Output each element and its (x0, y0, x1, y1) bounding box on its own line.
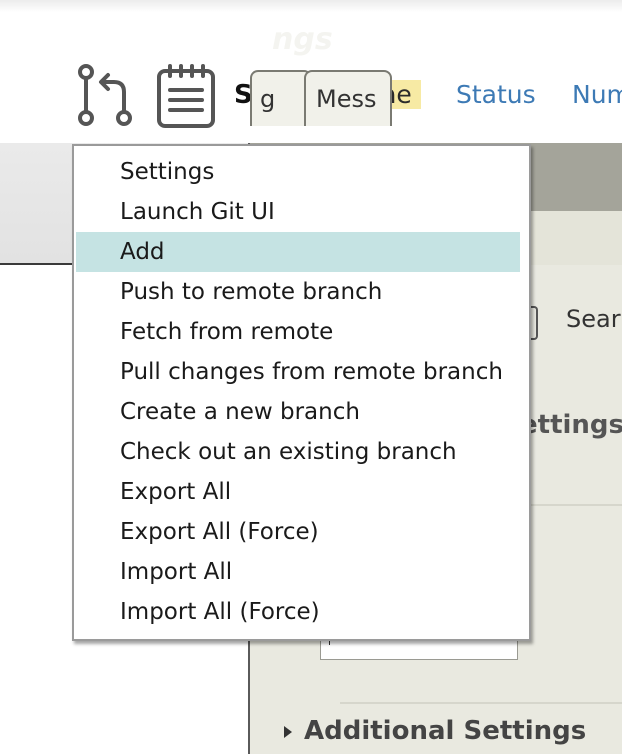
menu-item-launch-git-ui[interactable]: Launch Git UI (76, 192, 520, 232)
clipboard-icon[interactable] (156, 64, 216, 130)
expand-triangle-icon (284, 725, 292, 738)
menu-item-fetch[interactable]: Fetch from remote (76, 312, 520, 352)
tab-partial[interactable]: g (250, 70, 312, 126)
menu-item-import-all-force[interactable]: Import All (Force) (76, 592, 520, 632)
search-label[interactable]: Sear (566, 305, 621, 333)
menu-item-settings[interactable]: Settings (76, 152, 520, 192)
menu-item-push[interactable]: Push to remote branch (76, 272, 520, 312)
menu-item-pull[interactable]: Pull changes from remote branch (76, 352, 520, 392)
menu-item-create-branch[interactable]: Create a new branch (76, 392, 520, 432)
divider (340, 702, 622, 704)
additional-settings-label: Additional Settings (304, 716, 587, 746)
tab-messages[interactable]: Mess (304, 70, 392, 126)
settings-heading: ettings (520, 410, 622, 440)
panel-title: ngs (272, 22, 333, 57)
sort-option-status[interactable]: Status (456, 80, 536, 109)
menu-item-checkout-branch[interactable]: Check out an existing branch (76, 432, 520, 472)
menu-item-import-all[interactable]: Import All (76, 552, 520, 592)
top-band (0, 0, 622, 12)
page: Sort: Name Status Num ngs g Mess Sear et… (0, 0, 622, 754)
menu-item-export-all-force[interactable]: Export All (Force) (76, 512, 520, 552)
additional-settings-toggle[interactable]: Additional Settings (284, 716, 586, 746)
git-pull-request-icon[interactable] (74, 62, 134, 130)
menu-item-add[interactable]: Add (76, 232, 520, 272)
menu-item-export-all[interactable]: Export All (76, 472, 520, 512)
sort-option-num[interactable]: Num (572, 80, 622, 109)
git-menu: Settings Launch Git UI Add Push to remot… (72, 144, 531, 641)
